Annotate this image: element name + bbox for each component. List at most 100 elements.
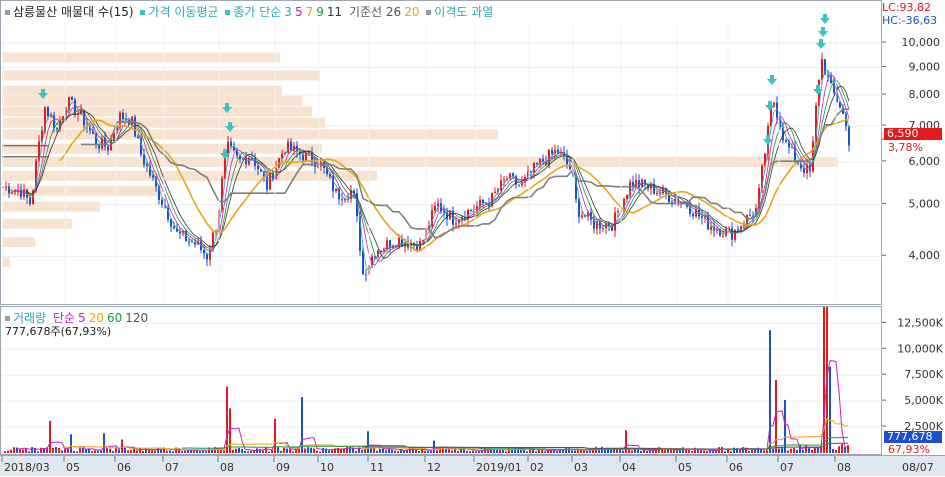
ma-period-3: 3 [284,5,292,19]
volume-bar [343,448,345,453]
base-line-label: 기준선 26 [348,5,402,19]
volume-bar [541,449,543,453]
disparity-arrow-icon [816,39,826,49]
volume-bar [667,449,669,453]
volume-bar [13,447,15,453]
volume-bar [280,450,282,453]
candle-body [602,227,604,229]
volume-bar [82,447,84,453]
volume-bar [475,451,477,453]
volume-bar [301,397,303,453]
candle-body [362,251,364,275]
candle-body [803,168,805,173]
disparity-label[interactable]: 이격도 과열 [434,5,493,19]
candle-body [245,158,247,165]
price-chart-canvas[interactable] [1,1,883,306]
price-axis-label: 4,000 [909,249,941,262]
volume-bar [106,447,108,453]
price-chart-panel[interactable]: 삼릉물산 매물대 수(15) 가격 이동평균 종가 단순 3 5 7 9 11 기준선 2… [0,0,883,306]
candle-body [437,203,439,207]
volume-bar [676,450,678,453]
candle-body [161,199,163,205]
vol-ma-120: 120 [125,311,149,325]
legend-square-icon[interactable] [5,10,10,15]
volume-bar [583,450,585,453]
legend-square-icon[interactable] [5,316,10,321]
current-price-badge: 6,590 [884,128,942,140]
volume-bar [142,450,144,453]
volume-bar [748,450,750,453]
chart-title[interactable]: 삼릉물산 매물대 수(15) [13,5,134,19]
candle-body [11,192,13,194]
volume-bar [805,444,807,453]
volume-bar [679,450,681,453]
volume-bar [136,450,138,453]
legend-square-icon [140,10,146,15]
date-axis-label: 03 [574,461,588,474]
candle-body [581,215,583,218]
volume-bar [706,451,708,453]
candle-body [50,115,52,117]
legend-square-icon [426,10,432,15]
volume-profile-bar [2,52,280,63]
date-axis-label: 05 [66,461,80,474]
volume-bar [199,450,201,453]
volume-bar [664,450,666,453]
volume-axis-label: 7,500K [904,368,943,381]
volume-bar [76,451,78,453]
volume-bar [646,450,648,453]
candle-body [365,274,367,276]
candle-body [179,231,181,234]
volume-bar [760,449,762,453]
volume-bar [196,450,198,453]
volume-profile-bar [2,237,35,248]
current-volume-badge: 777,678 [884,431,942,443]
volume-bar [4,451,6,453]
volume-profile-bar [2,70,320,81]
date-axis-label: 10 [320,461,334,474]
volume-bar [397,451,399,453]
volume-bar [331,450,333,453]
volume-bar [466,450,468,453]
candle-body [617,211,619,213]
ma-period-5: 5 [294,5,303,19]
volume-bar [91,451,93,453]
legend-square-icon [225,10,231,15]
volume-bar [31,447,33,453]
volume-bar [391,449,393,453]
volume-chart-panel[interactable]: 거래량 단순 5 20 60 120 777,678주(67,93%) [0,306,883,456]
volume-bar [817,447,819,453]
candle-body [632,182,634,187]
volume-bar [556,451,558,453]
volume-bar [97,450,99,453]
volume-chart-canvas[interactable] [1,307,883,456]
ma-label[interactable]: 가격 이동평균 [148,5,218,19]
date-axis-label: 09 [276,461,290,474]
volume-bar [271,449,273,453]
volume-bar [811,450,813,453]
candle-body [701,216,703,218]
volume-bar [202,450,204,453]
lc-readout: LC:93,82 [882,1,932,14]
volume-axis-label: 10,000K [897,342,943,355]
candle-body [188,241,190,243]
volume-bar [307,447,309,453]
volume-bar [526,451,528,453]
volume-bar [187,450,189,453]
volume-bar [283,447,285,453]
volume-bar [373,447,375,453]
volume-bar [28,451,30,453]
volume-bar [247,451,249,453]
date-axis[interactable]: 2018/03 05 06 07 08 09 10 11 12 2019/01 02 03 04 05 06… [0,455,945,476]
candle-body [656,192,658,194]
volume-bar [418,451,420,453]
volume-bar [571,450,573,453]
volume-bar [430,450,432,453]
volume-bar [286,448,288,453]
price-change-readout: 3,78% [888,141,923,154]
volume-bar [205,451,207,453]
ma-period-9: 9 [316,5,324,19]
volume-bar [778,448,780,453]
stock-chart-window: 삼릉물산 매물대 수(15) 가격 이동평균 종가 단순 3 5 7 9 11 기준선 2… [0,0,945,476]
volume-bar [712,450,714,453]
